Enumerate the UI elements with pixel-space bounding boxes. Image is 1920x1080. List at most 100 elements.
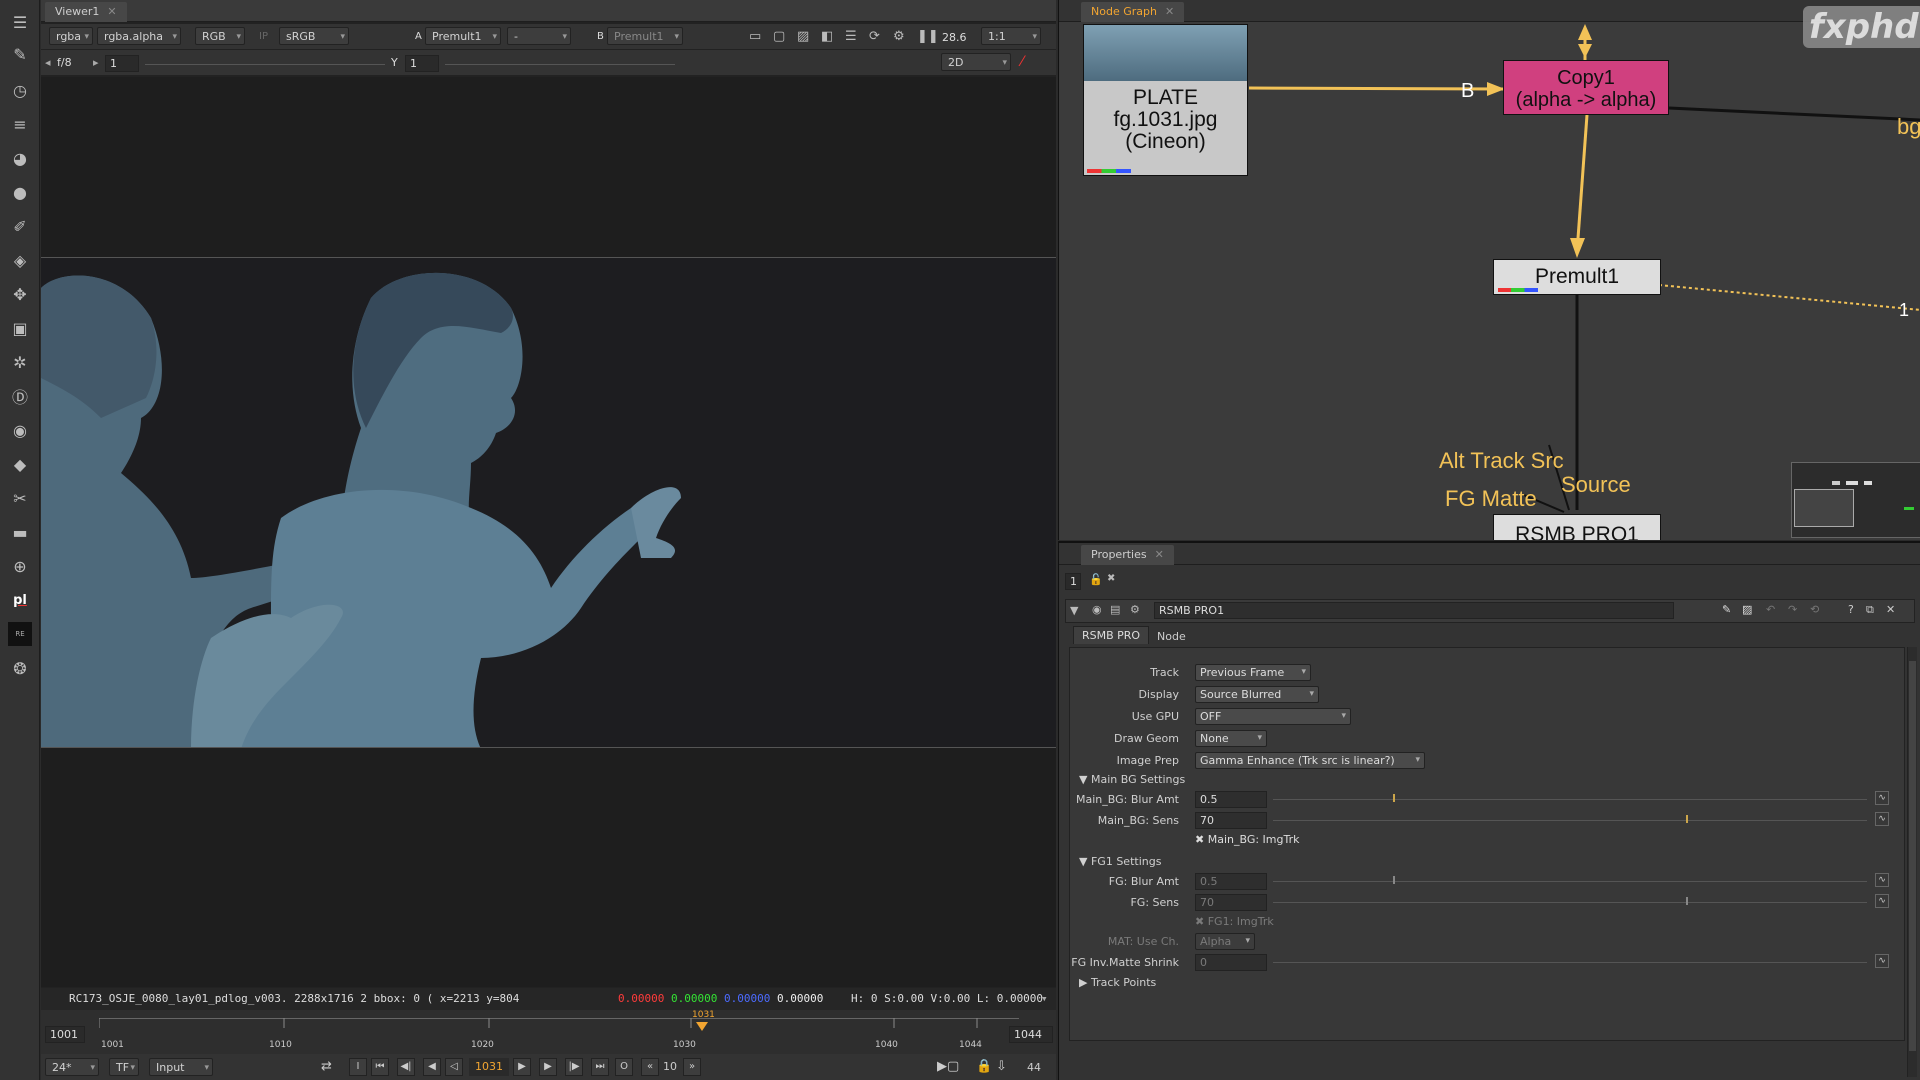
track-select[interactable]: Previous Frame <box>1195 664 1311 681</box>
tab-properties[interactable]: Properties ✕ <box>1081 545 1174 565</box>
plugin-icon[interactable]: ⚙ <box>1130 603 1140 616</box>
zoom-select[interactable]: 1:1 <box>981 27 1041 46</box>
read-node-plate[interactable]: PLATE fg.1031.jpg (Cineon) <box>1083 24 1248 176</box>
mat-use-ch-select[interactable]: Alpha <box>1195 933 1255 950</box>
deep-icon[interactable]: Ⓓ <box>8 384 32 408</box>
input-b-select[interactable]: Premult1 <box>607 27 683 46</box>
step-field[interactable]: 10 <box>663 1060 677 1073</box>
float-icon[interactable]: ⧉ <box>1866 603 1874 617</box>
play-button[interactable]: ▶ <box>513 1058 531 1076</box>
flipbook-icon[interactable]: ▶▢ <box>937 1059 959 1074</box>
prev-keyframe-button[interactable]: ◀| <box>397 1058 415 1076</box>
fg-sens-handle[interactable] <box>1686 897 1688 905</box>
rsmb-node[interactable]: RSMB PRO1 <box>1493 514 1661 540</box>
particles-icon[interactable]: ✲ <box>8 350 32 374</box>
filter-icon[interactable]: ● <box>8 180 32 204</box>
tab-rsmb-pro[interactable]: RSMB PRO <box>1073 626 1150 644</box>
other-icon[interactable]: ▬ <box>8 520 32 544</box>
node-icon[interactable]: ▤ <box>1110 603 1120 616</box>
loop-icon[interactable]: ⇄ <box>321 1059 332 1074</box>
display-select[interactable]: Source Blurred <box>1195 686 1319 703</box>
main-blur-handle[interactable] <box>1393 794 1395 802</box>
undo-icon[interactable]: ↶ <box>1766 603 1775 616</box>
fg-blur-field[interactable]: 0.5 <box>1195 873 1267 890</box>
view-mode-select[interactable]: 2D <box>941 53 1011 72</box>
viewer-canvas[interactable] <box>41 77 1056 987</box>
color-icon[interactable]: ▨ <box>1742 603 1752 616</box>
paint-icon[interactable]: ✎ <box>8 42 32 66</box>
flame-icon[interactable]: ❂ <box>8 656 32 680</box>
ip-toggle[interactable]: IP <box>259 31 268 42</box>
fg-blur-slider[interactable] <box>1273 881 1867 895</box>
close-icon[interactable]: ✕ <box>1155 548 1164 561</box>
keyer-icon[interactable]: ✐ <box>8 214 32 238</box>
animate-icon[interactable]: ∿ <box>1875 812 1889 826</box>
fg1-section-toggle[interactable]: ▼ FG1 Settings <box>1079 855 1161 868</box>
menu-icon[interactable]: ☰ <box>8 10 32 34</box>
channels-select[interactable]: rgba <box>49 27 93 46</box>
last-frame-button[interactable]: ⏭ <box>591 1058 609 1076</box>
viewer-icon[interactable]: ◉ <box>1092 603 1102 616</box>
max-panels-field[interactable]: 1 <box>1065 573 1081 590</box>
transform-icon[interactable]: ✥ <box>8 282 32 306</box>
range-select[interactable]: Input <box>149 1058 213 1077</box>
close-icon[interactable]: ✕ <box>1886 603 1895 616</box>
premult-node[interactable]: Premult1 <box>1493 259 1661 295</box>
collapse-icon[interactable]: ▼ <box>1070 604 1078 617</box>
pl-plugin-icon[interactable]: pl <box>8 588 32 612</box>
color-icon[interactable]: ◕ <box>8 146 32 170</box>
time-icon[interactable]: ◷ <box>8 78 32 102</box>
next-keyframe-button[interactable]: |▶ <box>565 1058 583 1076</box>
skip-forward-button[interactable]: » <box>683 1058 701 1076</box>
main-blur-field[interactable]: 0.5 <box>1195 791 1267 808</box>
animate-icon[interactable]: ∿ <box>1875 791 1889 805</box>
help-icon[interactable]: ? <box>1848 603 1854 616</box>
tf-select[interactable]: TF <box>109 1058 139 1077</box>
pause-icon[interactable]: ❚❚ <box>917 29 939 44</box>
end-frame-field[interactable]: 1044 <box>1009 1026 1053 1043</box>
paint-icon[interactable]: ⁄ <box>1021 54 1023 70</box>
play-backward-button[interactable]: ◁ <box>445 1058 463 1076</box>
input-a-select[interactable]: Premult1 <box>425 27 501 46</box>
fg-sens-slider[interactable] <box>1273 902 1867 916</box>
main-imgtrk-checkbox[interactable]: ✖ Main_BG: ImgTrk <box>1195 833 1300 846</box>
draw-geom-select[interactable]: None <box>1195 730 1267 747</box>
playhead[interactable] <box>696 1022 708 1031</box>
roi-icon[interactable]: ▭ <box>749 29 761 44</box>
gain-slider[interactable] <box>145 64 385 78</box>
current-frame-field[interactable]: 1031 <box>469 1058 509 1076</box>
redo-icon[interactable]: ↷ <box>1788 603 1797 616</box>
fg-sens-field[interactable]: 70 <box>1195 894 1267 911</box>
inv-matte-shrink-slider[interactable] <box>1273 962 1867 976</box>
navigator-minimap[interactable] <box>1791 462 1920 538</box>
main-sens-slider[interactable] <box>1273 820 1867 834</box>
info-expand-icon[interactable]: ▾ <box>1041 988 1048 1010</box>
wipe-icon[interactable]: ◧ <box>821 29 833 44</box>
in-point-button[interactable]: I <box>349 1058 367 1076</box>
track-points-toggle[interactable]: ▶ Track Points <box>1079 976 1156 989</box>
inv-matte-shrink-field[interactable]: 0 <box>1195 954 1267 971</box>
prev-frame-button[interactable]: ◀ <box>423 1058 441 1076</box>
next-frame-button[interactable]: ▶ <box>539 1058 557 1076</box>
use-gpu-select[interactable]: OFF <box>1195 708 1351 725</box>
animate-icon[interactable]: ∿ <box>1875 954 1889 968</box>
copy-node[interactable]: Copy1 (alpha -> alpha) <box>1503 60 1669 115</box>
node-name-field[interactable]: RSMB PRO1 <box>1154 602 1674 619</box>
edit-icon[interactable]: ✎ <box>1722 603 1731 616</box>
clear-panels-icon[interactable]: ✖ <box>1107 573 1115 584</box>
timeline[interactable]: 1001 1001 1010 1020 1030 1040 1044 1031 … <box>41 1010 1056 1056</box>
fps-select[interactable]: 24* <box>45 1058 99 1077</box>
revert-icon[interactable]: ⟲ <box>1810 603 1819 616</box>
image-prep-select[interactable]: Gamma Enhance (Trk src is linear?) <box>1195 752 1425 769</box>
gain-field[interactable]: 1 <box>105 55 139 72</box>
main-sens-handle[interactable] <box>1686 815 1688 823</box>
merge-icon[interactable]: ◈ <box>8 248 32 272</box>
guides-icon[interactable]: ☰ <box>845 29 857 44</box>
scrollbar-thumb[interactable] <box>1909 661 1916 1051</box>
lock-icon[interactable]: 🔓 <box>1089 573 1103 586</box>
out-point-button[interactable]: O <box>615 1058 633 1076</box>
fg-imgtrk-checkbox[interactable]: ✖ FG1: ImgTrk <box>1195 915 1274 928</box>
lut-select[interactable]: sRGB <box>279 27 349 46</box>
first-frame-button[interactable]: ⏮ <box>371 1058 389 1076</box>
compare-op-select[interactable]: - <box>507 27 571 46</box>
